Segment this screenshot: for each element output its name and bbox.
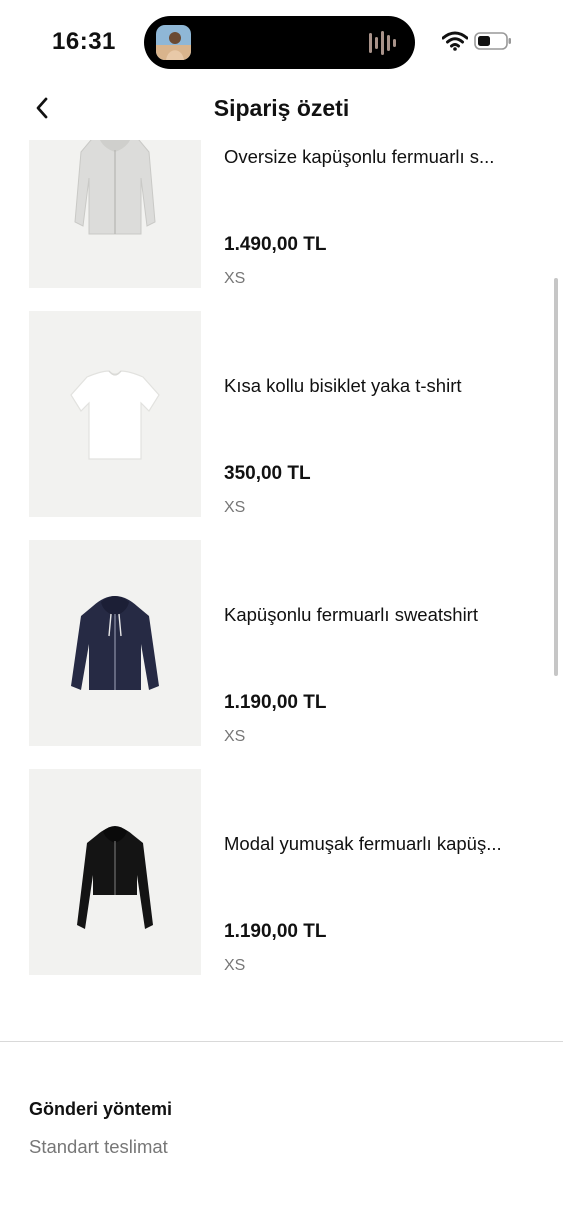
item-size: XS bbox=[224, 728, 246, 745]
item-price: 1.190,00 TL bbox=[224, 921, 327, 942]
item-name[interactable]: Kısa kollu bisiklet yaka t-shirt bbox=[224, 375, 540, 397]
order-items-list[interactable]: Oversize kapüşonlu fermuarlı s... 1.490,… bbox=[0, 140, 563, 990]
header: Sipariş özeti bbox=[0, 84, 563, 134]
item-info: Oversize kapüşonlu fermuarlı s... 1.490,… bbox=[224, 140, 540, 288]
item-name[interactable]: Kapüşonlu fermuarlı sweatshirt bbox=[224, 604, 540, 626]
item-price: 1.490,00 TL bbox=[224, 234, 327, 255]
product-image bbox=[29, 769, 201, 975]
item-size: XS bbox=[224, 499, 246, 516]
order-item[interactable]: Kısa kollu bisiklet yaka t-shirt 350,00 … bbox=[0, 311, 563, 517]
order-item[interactable]: Oversize kapüşonlu fermuarlı s... 1.490,… bbox=[0, 140, 563, 288]
scrollbar[interactable] bbox=[554, 278, 558, 676]
item-name[interactable]: Oversize kapüşonlu fermuarlı s... bbox=[224, 146, 540, 168]
order-item[interactable]: Kapüşonlu fermuarlı sweatshirt 1.190,00 … bbox=[0, 540, 563, 746]
product-image bbox=[29, 540, 201, 746]
product-image bbox=[29, 311, 201, 517]
order-item[interactable]: Modal yumuşak fermuarlı kapüş... 1.190,0… bbox=[0, 769, 563, 975]
shipping-method-value[interactable]: Standart teslimat bbox=[29, 1136, 168, 1158]
item-size: XS bbox=[224, 957, 246, 974]
item-info: Kısa kollu bisiklet yaka t-shirt 350,00 … bbox=[224, 311, 540, 517]
battery-icon bbox=[474, 32, 512, 50]
shipping-method-title: Gönderi yöntemi bbox=[29, 1099, 173, 1119]
item-name[interactable]: Modal yumuşak fermuarlı kapüş... bbox=[224, 833, 540, 855]
item-size: XS bbox=[224, 270, 246, 287]
status-bar: 16:31 bbox=[0, 0, 563, 84]
item-price: 1.190,00 TL bbox=[224, 692, 327, 713]
divider bbox=[0, 1041, 563, 1042]
item-info: Kapüşonlu fermuarlı sweatshirt 1.190,00 … bbox=[224, 540, 540, 746]
dynamic-island[interactable] bbox=[144, 16, 415, 69]
status-time: 16:31 bbox=[52, 28, 116, 55]
wifi-icon bbox=[441, 31, 469, 51]
product-image bbox=[29, 140, 201, 288]
item-info: Modal yumuşak fermuarlı kapüş... 1.190,0… bbox=[224, 769, 540, 975]
audio-wave-icon bbox=[369, 30, 401, 56]
album-art-icon bbox=[156, 25, 191, 60]
page-title: Sipariş özeti bbox=[213, 95, 350, 121]
item-price: 350,00 TL bbox=[224, 463, 311, 484]
